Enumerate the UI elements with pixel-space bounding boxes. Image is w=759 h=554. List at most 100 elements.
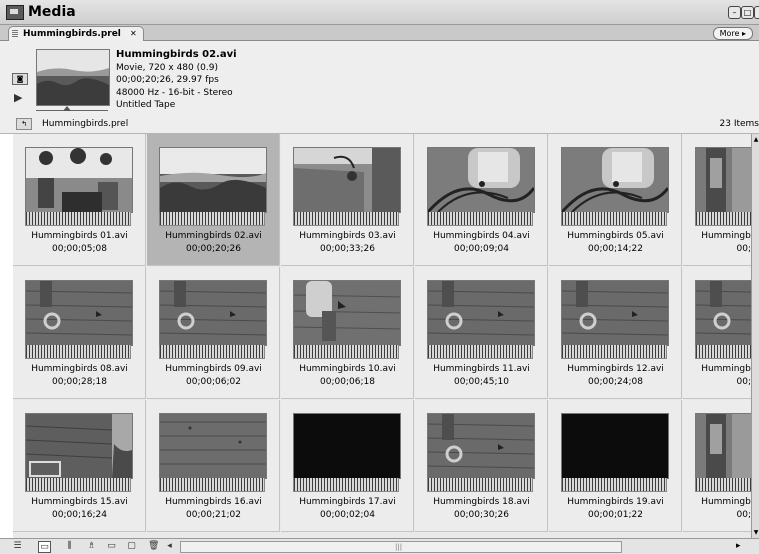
clip-item[interactable]: Hummingbirds 18.avi 00;00;30;26 xyxy=(415,400,548,532)
clip-item[interactable]: Hummingbirds 06.avi00;00 xyxy=(683,134,751,266)
clip-thumbnail[interactable] xyxy=(561,413,669,479)
clip-thumbnail[interactable] xyxy=(25,280,133,346)
scroll-left-icon[interactable]: ◂ xyxy=(164,541,175,551)
clip-thumbnail[interactable] xyxy=(427,147,535,213)
current-folder-label: Hummingbirds.prel xyxy=(42,119,128,129)
clip-info-format: Movie, 720 x 480 (0.9) xyxy=(116,62,237,75)
horizontal-scrollbar[interactable]: ||| xyxy=(180,541,622,553)
automate-to-sequence-icon[interactable]: ⫼ xyxy=(64,541,75,551)
vertical-scrollbar[interactable]: ▲ ▼ xyxy=(751,134,759,538)
minimize-button[interactable]: – xyxy=(728,6,741,19)
clip-name: Hummingbirds 03.avi xyxy=(281,231,414,241)
clip-info-tape: Untitled Tape xyxy=(116,99,237,112)
clip-thumbnail[interactable] xyxy=(293,280,401,346)
clip-item[interactable]: Hummingbirds 05.avi00;00;14;22 xyxy=(549,134,682,266)
clip-thumbnail[interactable] xyxy=(427,280,535,346)
preview-thumbnail xyxy=(36,49,110,106)
clip-duration: 00;00;16;24 xyxy=(13,510,146,520)
clip-info-duration: 00;00;20;26, 29.97 fps xyxy=(116,74,237,87)
more-button[interactable]: More ▸ xyxy=(713,27,753,40)
play-icon[interactable]: ▶ xyxy=(14,91,22,104)
clip-item[interactable]: Hummingbirds 17.avi00;00;02;04 xyxy=(281,400,414,532)
clip-name: Hummingbirds 20.avi xyxy=(683,497,751,507)
new-item-icon[interactable]: ▢ xyxy=(126,541,137,551)
audio-waveform xyxy=(427,478,533,492)
title-bar: Media – □ xyxy=(0,0,759,25)
close-window-button[interactable] xyxy=(754,6,759,19)
audio-waveform xyxy=(159,478,265,492)
clip-name: Hummingbirds 18.avi xyxy=(415,497,548,507)
parent-folder-icon[interactable]: ↰ xyxy=(16,118,32,130)
clip-info-audio: 48000 Hz - 16-bit - Stereo xyxy=(116,87,237,100)
audio-waveform xyxy=(159,212,265,226)
clip-duration: 00;00;28;18 xyxy=(13,377,146,387)
clip-thumbnail[interactable] xyxy=(159,413,267,479)
clip-thumbnail[interactable] xyxy=(561,147,669,213)
find-icon[interactable]: ♗ xyxy=(86,541,97,551)
clip-item[interactable]: Hummingbirds 02.avi00;00;20;26 xyxy=(147,134,280,266)
scroll-down-icon[interactable]: ▼ xyxy=(752,529,759,536)
delete-icon[interactable]: 🗑 xyxy=(148,541,159,551)
clip-item[interactable]: Hummingbirds 13.avi00;00 xyxy=(683,267,751,399)
maximize-button[interactable]: □ xyxy=(741,6,754,19)
scroll-right-icon[interactable]: ▸ xyxy=(736,541,741,551)
audio-waveform xyxy=(695,212,751,226)
clip-item[interactable]: Hummingbirds 15.avi00;00;16;24 xyxy=(13,400,146,532)
clip-name: Hummingbirds 01.avi xyxy=(13,231,146,241)
clip-duration: 00;00;01;22 xyxy=(549,510,682,520)
clip-thumbnail[interactable] xyxy=(293,413,401,479)
clip-thumbnail[interactable] xyxy=(695,147,751,213)
item-count: 23 Items xyxy=(720,119,759,129)
audio-waveform xyxy=(695,345,751,359)
clip-duration: 00;00;05;08 xyxy=(13,244,146,254)
clip-item[interactable]: Hummingbirds 10.avi00;00;06;18 xyxy=(281,267,414,399)
clip-thumbnail[interactable] xyxy=(427,413,535,479)
new-bin-icon[interactable]: ▭ xyxy=(106,541,117,551)
clip-name: Hummingbirds 12.avi xyxy=(549,364,682,374)
scrollbar-grip[interactable]: ||| xyxy=(395,543,402,551)
icon-view-icon[interactable]: ▭ xyxy=(38,541,51,553)
slider-knob[interactable] xyxy=(63,106,71,111)
tab-close-icon[interactable]: ✕ xyxy=(130,27,137,41)
audio-waveform xyxy=(561,478,667,492)
clip-duration: 00;00;30;26 xyxy=(415,510,548,520)
clip-thumbnail[interactable] xyxy=(293,147,401,213)
clip-item[interactable]: Hummingbirds 08.avi 00;00;28;18 xyxy=(13,267,146,399)
scroll-up-icon[interactable]: ▲ xyxy=(752,136,759,143)
clip-item[interactable]: Hummingbirds 12.avi00;00;24;08 xyxy=(549,267,682,399)
clip-item[interactable]: Hummingbirds 20.avi 00;00 xyxy=(683,400,751,532)
audio-waveform xyxy=(561,345,667,359)
clip-thumbnail[interactable] xyxy=(25,147,133,213)
clip-thumbnail[interactable] xyxy=(695,280,751,346)
clip-item[interactable]: Hummingbirds 11.avi00;00;45;10 xyxy=(415,267,548,399)
clip-duration: 00;00 xyxy=(683,244,751,254)
clip-thumbnail[interactable] xyxy=(695,413,751,479)
clip-item[interactable]: Hummingbirds 19.avi00;00;01;22 xyxy=(549,400,682,532)
clip-item[interactable]: Hummingbirds 04.avi00;00;09;04 xyxy=(415,134,548,266)
clip-duration: 00;00;45;10 xyxy=(415,377,548,387)
clip-duration: 00;00;20;26 xyxy=(147,244,280,254)
list-view-icon[interactable]: ☰ xyxy=(12,541,23,551)
clip-thumbnail[interactable] xyxy=(25,413,133,479)
clip-item[interactable]: Hummingbirds 03.avi00;00;33;26 xyxy=(281,134,414,266)
media-app-icon xyxy=(6,5,24,20)
clip-item[interactable]: Hummingbirds 01.avi 00;00;05;08 xyxy=(13,134,146,266)
audio-waveform xyxy=(427,212,533,226)
clip-name: Hummingbirds 08.avi xyxy=(13,364,146,374)
clip-grid: Hummingbirds 01.avi00;00;05;08Hummingbir… xyxy=(13,134,751,538)
clip-item[interactable]: Hummingbirds 09.avi00;00;06;02 xyxy=(147,267,280,399)
clip-name: Hummingbirds 05.avi xyxy=(549,231,682,241)
clip-thumbnail[interactable] xyxy=(159,147,267,213)
path-bar: ↰ Hummingbirds.prel 23 Items xyxy=(0,115,759,134)
clip-duration: 00;00 xyxy=(683,510,751,520)
clip-thumbnail[interactable] xyxy=(159,280,267,346)
clip-info-name: Hummingbirds 02.avi xyxy=(116,49,237,62)
poster-frame-slider[interactable] xyxy=(36,105,108,111)
clip-item[interactable]: Hummingbirds 16.avi00;00;21;02 xyxy=(147,400,280,532)
clip-thumbnail[interactable] xyxy=(561,280,669,346)
tab-hummingbirds-prel[interactable]: Hummingbirds.prel ✕ xyxy=(8,26,144,41)
bottom-toolbar: ☰ ▭ ⫼ ♗ ▭ ▢ 🗑 ◂ ||| ▸ xyxy=(0,538,759,554)
audio-waveform xyxy=(25,478,131,492)
clip-duration: 00;00;09;04 xyxy=(415,244,548,254)
set-poster-frame-icon[interactable]: ◙ xyxy=(12,73,28,85)
